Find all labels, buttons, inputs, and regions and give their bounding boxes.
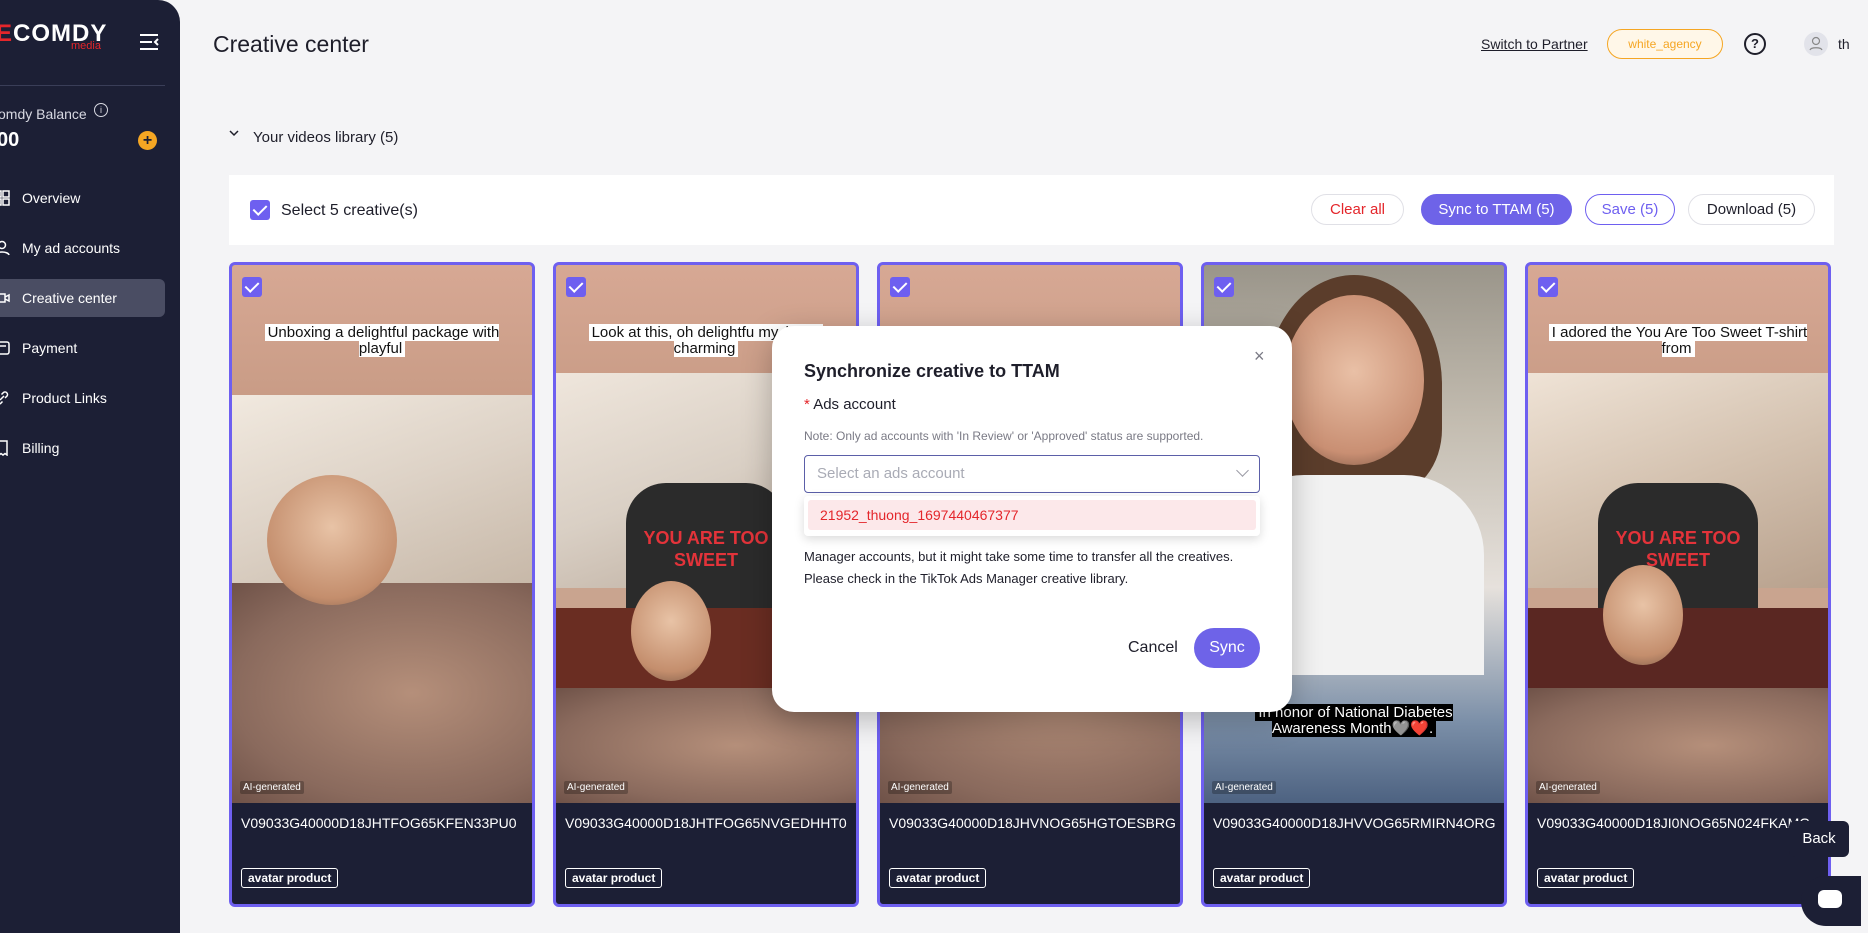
sidebar-item-billing[interactable]: Billing [0,429,165,467]
video-caption: I adored the You Are Too Sweet T-shirt f… [1538,324,1818,357]
card-id: V09033G40000D18JHVVOG65RMIRN4ORG [1213,815,1496,831]
ai-generated-label: AI-generated [1536,781,1600,794]
help-icon[interactable]: ? [1744,33,1766,55]
close-icon[interactable]: × [1254,346,1265,367]
presenter-face [1603,565,1683,665]
user-name[interactable]: th [1838,36,1850,52]
sync-button[interactable]: Sync [1194,628,1260,668]
video-icon [0,290,10,306]
ads-account-note: Note: Only ad accounts with 'In Review' … [804,429,1204,443]
card-tag: avatar product [565,868,663,888]
sidebar-item-label: Product Links [22,390,107,406]
sidebar: ECOMDY media omdy Balance i 00 + Overvie… [0,0,180,933]
library-title[interactable]: Your videos library (5) [253,129,398,146]
card-checkbox[interactable] [890,277,910,297]
video-card[interactable]: Unboxing a delightful package with playf… [229,262,535,907]
thumbnail-photo: YOU ARE TOO SWEET [1528,373,1828,663]
switch-partner-link[interactable]: Switch to Partner [1481,36,1588,52]
chevron-down-icon[interactable] [228,126,240,142]
balance-label: omdy Balance [0,106,87,122]
cancel-button[interactable]: Cancel [1128,639,1178,657]
modal-title: Synchronize creative to TTAM [804,361,1060,381]
chat-icon [1818,890,1842,908]
clear-all-button[interactable]: Clear all [1311,194,1404,225]
sidebar-item-label: Creative center [22,290,117,306]
modal-info-text: Manager accounts, but it might take some… [804,549,1234,586]
chat-button[interactable] [1801,876,1861,926]
ai-generated-label: AI-generated [888,781,952,794]
select-all-checkbox[interactable] [250,200,270,220]
sidebar-item-payment[interactable]: Payment [0,329,165,367]
required-marker: * [804,396,810,413]
select-count-label: Select 5 creative(s) [281,202,418,219]
video-caption: Unboxing a delightful package with playf… [242,324,522,357]
balance-value: 00 [0,129,20,151]
shirt-text: YOU ARE TOO SWEET [643,528,769,570]
link-icon [0,390,10,406]
sidebar-item-product-links[interactable]: Product Links [0,379,165,417]
avatar[interactable] [1804,32,1828,56]
sync-modal: Synchronize creative to TTAM × * Ads acc… [772,326,1292,712]
save-button[interactable]: Save (5) [1585,194,1675,225]
sidebar-item-overview[interactable]: Overview [0,179,165,217]
ads-account-dropdown: 21952_thuong_1697440467377 [804,496,1260,536]
video-thumbnail[interactable]: YOU ARE TOO SWEET I adored the You Are T… [1528,265,1828,803]
ai-generated-label: AI-generated [240,781,304,794]
ads-account-label-text: Ads account [813,396,896,413]
add-balance-icon[interactable]: + [138,131,157,150]
payment-icon [0,340,10,356]
sidebar-item-ad-accounts[interactable]: My ad accounts [0,229,165,267]
ai-generated-label: AI-generated [1212,781,1276,794]
card-tag: avatar product [1213,868,1311,888]
sidebar-item-label: Overview [22,190,81,206]
agency-badge[interactable]: white_agency [1607,29,1723,59]
presenter-face [631,581,711,681]
grid-icon [0,190,10,206]
card-id: V09033G40000D18JI0NOG65N024FKAMG [1537,815,1811,831]
download-button[interactable]: Download (5) [1688,194,1815,225]
sync-ttam-button[interactable]: Sync to TTAM (5) [1421,194,1572,225]
card-checkbox[interactable] [1214,277,1234,297]
card-checkbox[interactable] [1538,277,1558,297]
avatar-face [267,475,397,605]
card-tag: avatar product [1537,868,1635,888]
logo-sub: media [71,40,101,52]
ads-account-label: * Ads account [804,396,896,413]
card-tag: avatar product [241,868,339,888]
sidebar-item-label: Billing [22,440,60,456]
info-icon[interactable]: i [94,103,108,117]
card-id: V09033G40000D18JHTFOG65KFEN33PU0 [241,815,517,831]
sidebar-item-creative-center[interactable]: Creative center [0,279,165,317]
ai-generated-label: AI-generated [564,781,628,794]
card-id: V09033G40000D18JHVNOG65HGTOESBRG [889,815,1176,831]
video-card[interactable]: YOU ARE TOO SWEET I adored the You Are T… [1525,262,1831,907]
billing-icon [0,440,10,457]
chevron-down-icon [1236,464,1249,477]
user-icon [0,240,10,256]
card-checkbox[interactable] [566,277,586,297]
logo-e: E [0,20,14,47]
card-id: V09033G40000D18JHTFOG65NVGEDHHT0 [565,815,847,831]
sidebar-item-label: Payment [22,340,78,356]
shirt-text: YOU ARE TOO SWEET [1615,528,1741,570]
ads-account-option[interactable]: 21952_thuong_1697440467377 [808,500,1256,530]
card-checkbox[interactable] [242,277,262,297]
select-placeholder: Select an ads account [817,465,965,482]
user-avatar-icon [1809,36,1823,51]
presenter-face [1284,295,1424,465]
sidebar-item-label: My ad accounts [22,240,121,256]
ads-account-select[interactable]: Select an ads account [804,455,1260,493]
back-button[interactable]: Back [1789,821,1849,857]
card-tag: avatar product [889,868,987,888]
video-thumbnail[interactable]: Unboxing a delightful package with playf… [232,265,532,803]
sidebar-divider [0,85,165,86]
page-title: Creative center [213,31,369,57]
menu-collapse-icon[interactable] [139,33,159,51]
thumbnail-bg [232,583,532,803]
